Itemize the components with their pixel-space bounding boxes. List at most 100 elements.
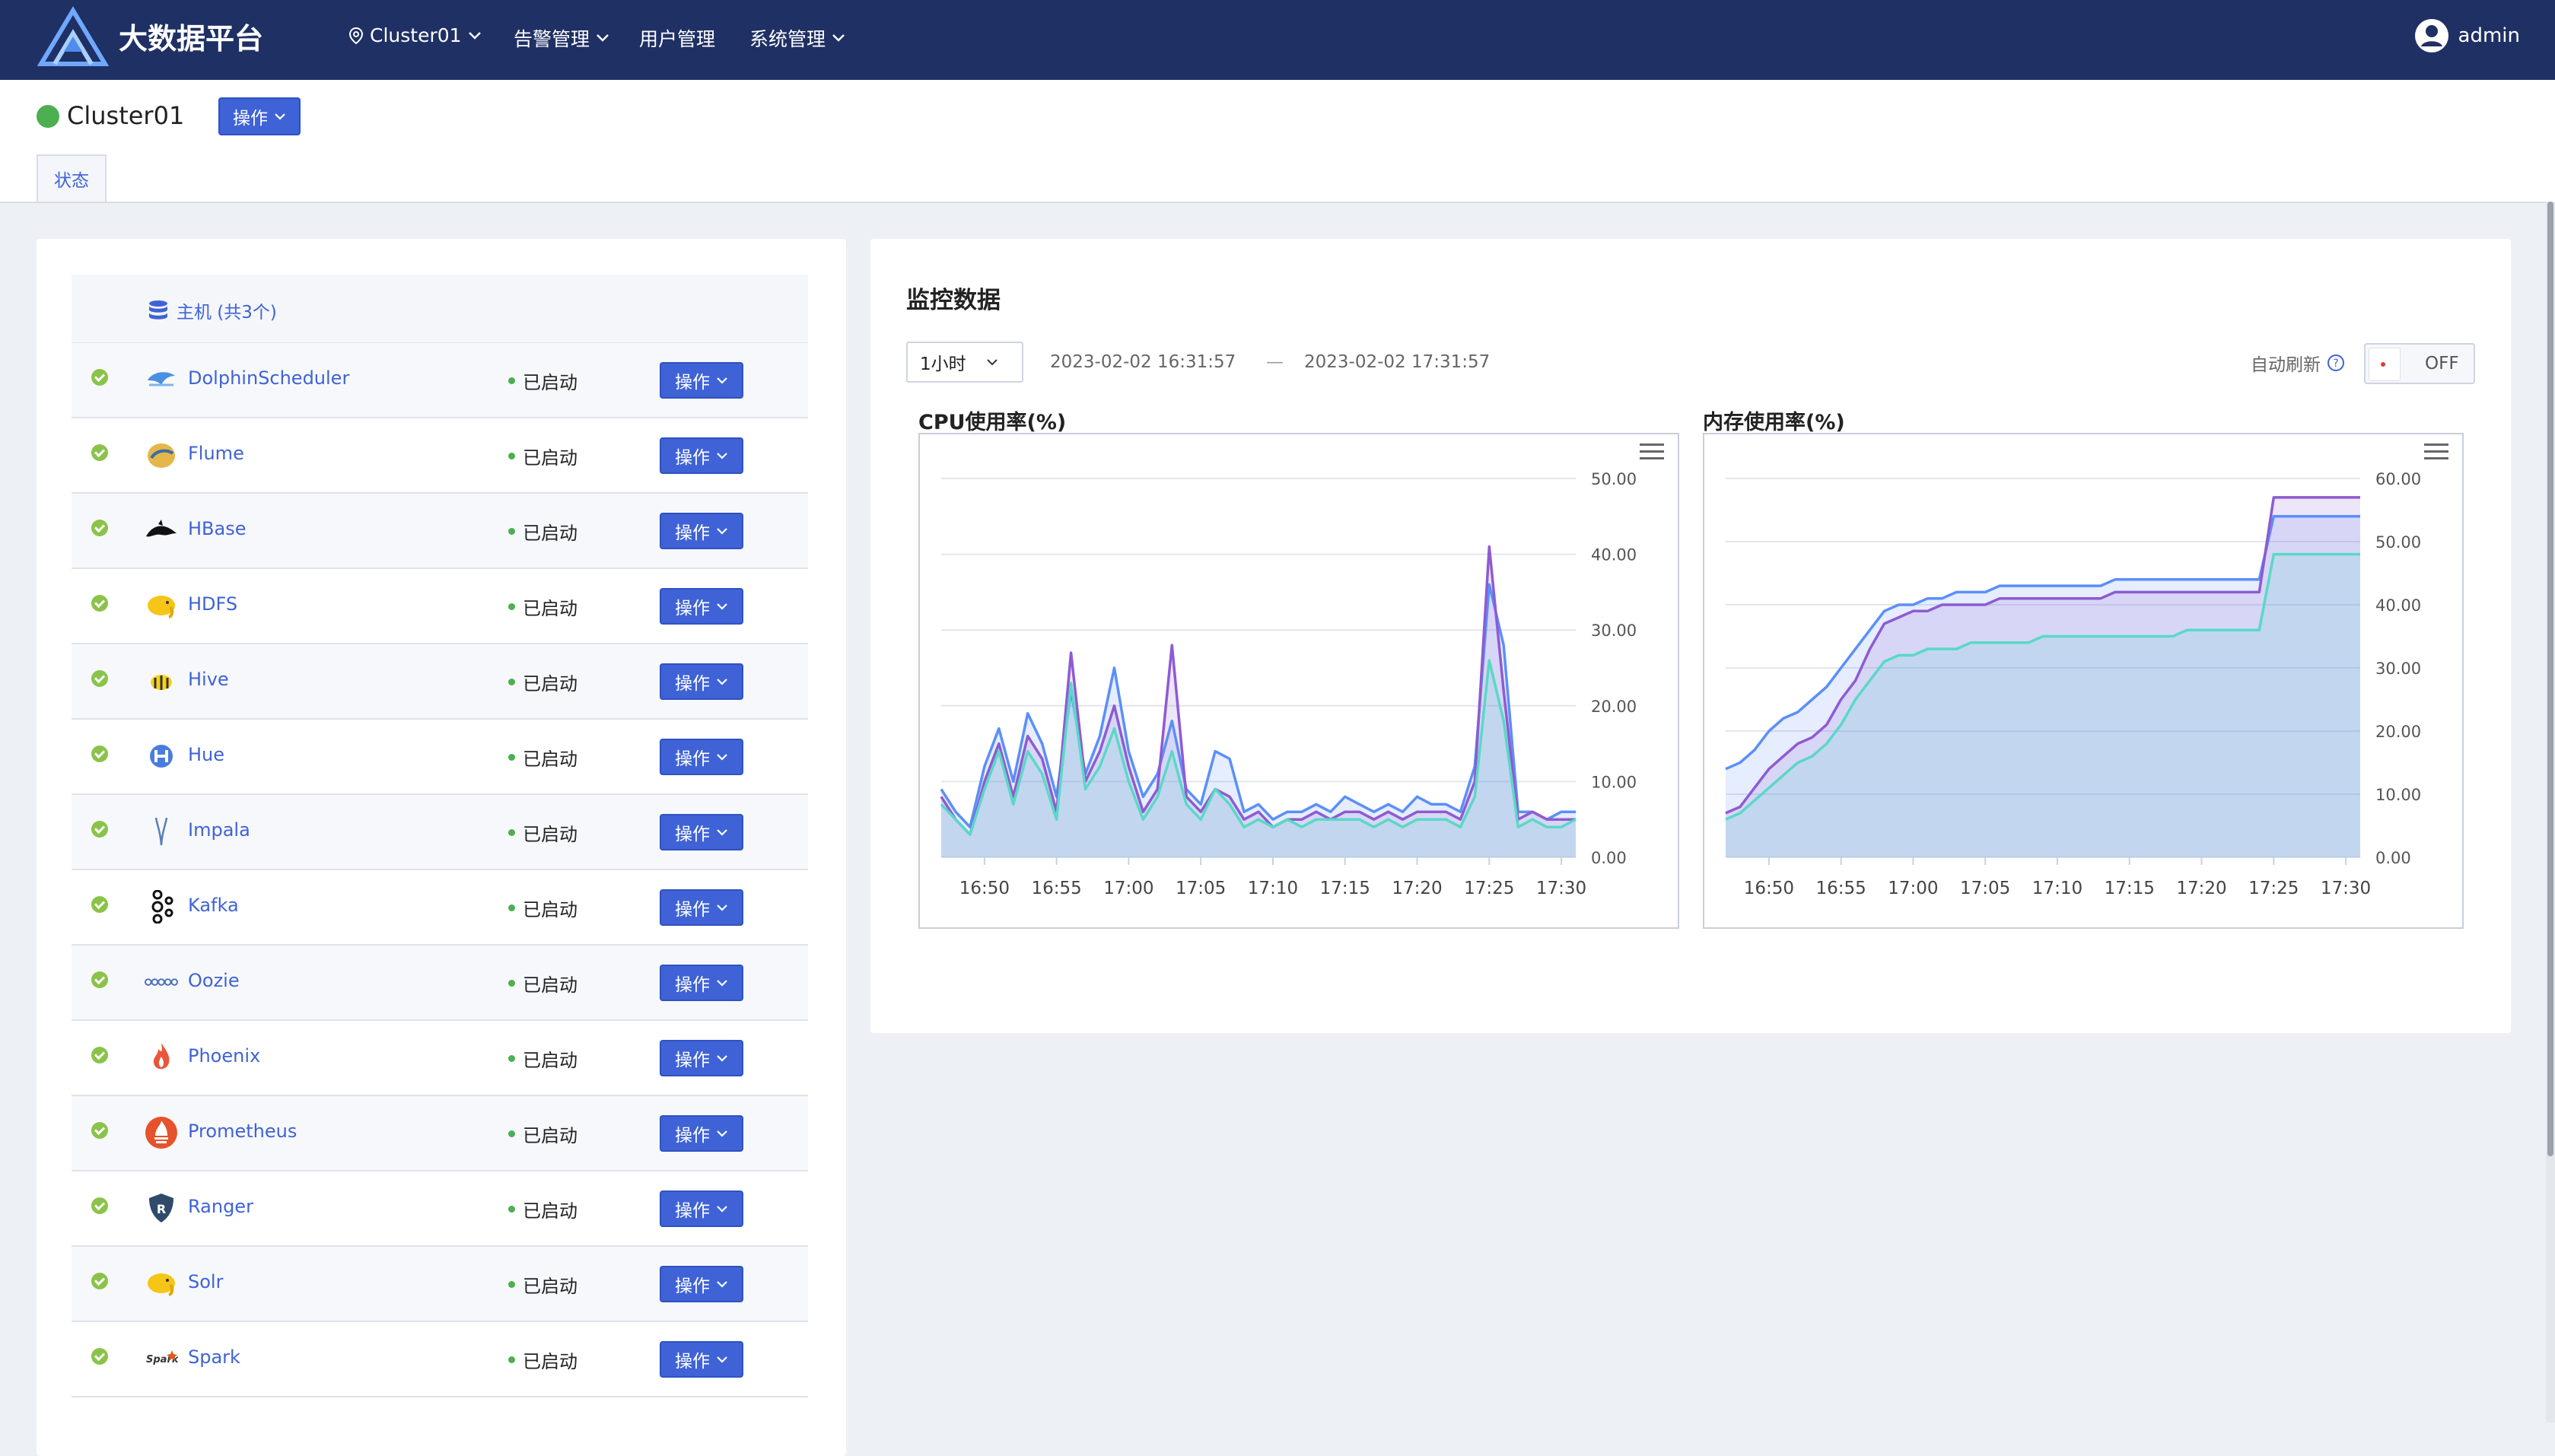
service-ops-button[interactable]: 操作	[660, 513, 743, 549]
service-ops-button[interactable]: 操作	[660, 1115, 743, 1152]
service-name-link[interactable]: DolphinScheduler	[188, 367, 349, 389]
health-ok-icon	[91, 1197, 108, 1214]
chevron-down-icon	[597, 34, 609, 42]
service-name-link[interactable]: HDFS	[188, 593, 237, 615]
scrollbar-thumb[interactable]	[2547, 202, 2553, 1156]
y-tick-label: 50.00	[1591, 470, 1637, 488]
y-tick-label: 60.00	[2375, 470, 2421, 488]
cluster-status-dot	[37, 105, 59, 128]
service-status: 已启动	[508, 443, 578, 469]
cpu-chart: 0.00 10.00 20.00 30.00 40.00 50.00 16:50 16:55 1…	[918, 433, 1679, 929]
x-tick-label: 17:30	[2321, 879, 2371, 898]
time-range-select[interactable]: 1小时	[906, 342, 1023, 383]
auto-refresh-toggle[interactable]: OFF	[2364, 343, 2475, 384]
service-status-text: 已启动	[523, 1200, 578, 1222]
chevron-down-icon	[717, 1356, 727, 1363]
service-ops-button[interactable]: 操作	[660, 814, 743, 850]
chart-menu-icon[interactable]	[2424, 443, 2448, 462]
service-name-link[interactable]: Ranger	[188, 1196, 253, 1217]
x-tick-label: 17:20	[2176, 879, 2226, 898]
service-row: Hive 已启动 操作	[72, 644, 808, 720]
service-ops-label: 操作	[675, 1201, 710, 1221]
service-name-link[interactable]: Kafka	[188, 895, 239, 916]
health-ok-icon	[91, 1047, 108, 1063]
kafka-icon	[145, 890, 178, 924]
nav-cluster-label: Cluster01	[370, 24, 462, 46]
service-ops-button[interactable]: 操作	[660, 437, 743, 474]
cluster-ops-label: 操作	[233, 109, 268, 129]
user-menu[interactable]: admin	[2414, 18, 2520, 53]
service-status-text: 已启动	[523, 824, 578, 845]
health-ok-icon	[91, 1273, 108, 1289]
monitor-title: 监控数据	[906, 287, 1001, 314]
service-ops-label: 操作	[675, 1276, 710, 1296]
y-tick-label: 20.00	[1591, 698, 1637, 716]
service-ops-button[interactable]: 操作	[660, 588, 743, 625]
service-ops-button[interactable]: 操作	[660, 889, 743, 926]
service-name-link[interactable]: Spark	[188, 1346, 240, 1368]
toggle-state: OFF	[2425, 354, 2459, 374]
hosts-row[interactable]: 主机 (共3个)	[72, 275, 808, 344]
nav-users[interactable]: 用户管理	[639, 24, 715, 52]
service-name-link[interactable]: Hive	[188, 669, 229, 690]
y-tick-label: 0.00	[1591, 849, 1627, 867]
service-name-link[interactable]: Flume	[188, 443, 244, 464]
service-name-link[interactable]: HBase	[188, 518, 247, 539]
service-ops-label: 操作	[675, 373, 710, 393]
x-tick-label: 17:30	[1536, 879, 1586, 898]
x-tick-label: 17:15	[2105, 879, 2155, 898]
page-scrollbar[interactable]	[2546, 202, 2555, 1423]
service-status: 已启动	[508, 518, 578, 545]
status-dot	[508, 1281, 515, 1288]
y-tick-label: 40.00	[1591, 546, 1637, 564]
service-name-link[interactable]: Hue	[188, 744, 224, 765]
service-name-link[interactable]: Prometheus	[188, 1121, 297, 1142]
service-status: 已启动	[508, 1271, 578, 1298]
y-tick-label: 40.00	[2375, 596, 2421, 615]
service-status: 已启动	[508, 970, 578, 997]
health-ok-icon	[91, 896, 108, 913]
service-status: 已启动	[508, 1045, 578, 1072]
svg-text:R: R	[157, 1202, 166, 1216]
cluster-ops-button[interactable]: 操作	[218, 97, 301, 135]
service-ops-label: 操作	[675, 599, 710, 618]
service-status: 已启动	[508, 367, 578, 394]
service-ops-button[interactable]: 操作	[660, 739, 743, 775]
service-ops-button[interactable]: 操作	[660, 1341, 743, 1378]
service-name-link[interactable]: Solr	[188, 1271, 223, 1292]
service-name-link[interactable]: Oozie	[188, 970, 240, 991]
service-name-link[interactable]: Impala	[188, 819, 250, 841]
service-ops-button[interactable]: 操作	[660, 1040, 743, 1076]
x-tick-label: 17:10	[1248, 879, 1298, 898]
chart-menu-icon[interactable]	[1640, 443, 1664, 462]
tab-status[interactable]: 状态	[37, 154, 107, 202]
health-ok-icon	[91, 670, 108, 687]
page-header	[0, 80, 2555, 203]
service-row: Kafka 已启动 操作	[72, 870, 808, 946]
service-status: 已启动	[508, 1196, 578, 1222]
service-name-link[interactable]: Phoenix	[188, 1045, 260, 1067]
nav-system[interactable]: 系统管理	[749, 24, 845, 52]
status-dot	[508, 754, 515, 761]
service-list: DolphinScheduler 已启动 操作 Flume 已启动 操作 HBase 已启动操…	[72, 343, 808, 1397]
status-dot	[508, 377, 515, 384]
service-status-text: 已启动	[523, 899, 578, 920]
nav-cluster[interactable]: Cluster01	[348, 24, 482, 46]
chevron-down-icon	[717, 1130, 727, 1137]
service-ops-button[interactable]: 操作	[660, 1191, 743, 1227]
service-row: Spark Spark 已启动 操作	[72, 1322, 808, 1397]
auto-refresh-label: 自动刷新 ?	[2251, 350, 2345, 376]
chevron-down-icon	[275, 113, 285, 120]
service-ops-button[interactable]: 操作	[660, 1266, 743, 1302]
service-status-text: 已启动	[523, 523, 578, 544]
health-ok-icon	[91, 971, 108, 988]
nav-alerts[interactable]: 告警管理	[514, 24, 609, 52]
service-ops-button[interactable]: 操作	[660, 663, 743, 700]
chevron-down-icon	[717, 528, 727, 535]
help-icon[interactable]: ?	[2327, 354, 2345, 372]
time-separator: —	[1266, 352, 1284, 372]
service-ops-button[interactable]: 操作	[660, 362, 743, 399]
sun-icon	[145, 1268, 178, 1299]
hosts-link[interactable]: 主机 (共3个)	[148, 297, 277, 323]
service-ops-button[interactable]: 操作	[660, 965, 743, 1001]
